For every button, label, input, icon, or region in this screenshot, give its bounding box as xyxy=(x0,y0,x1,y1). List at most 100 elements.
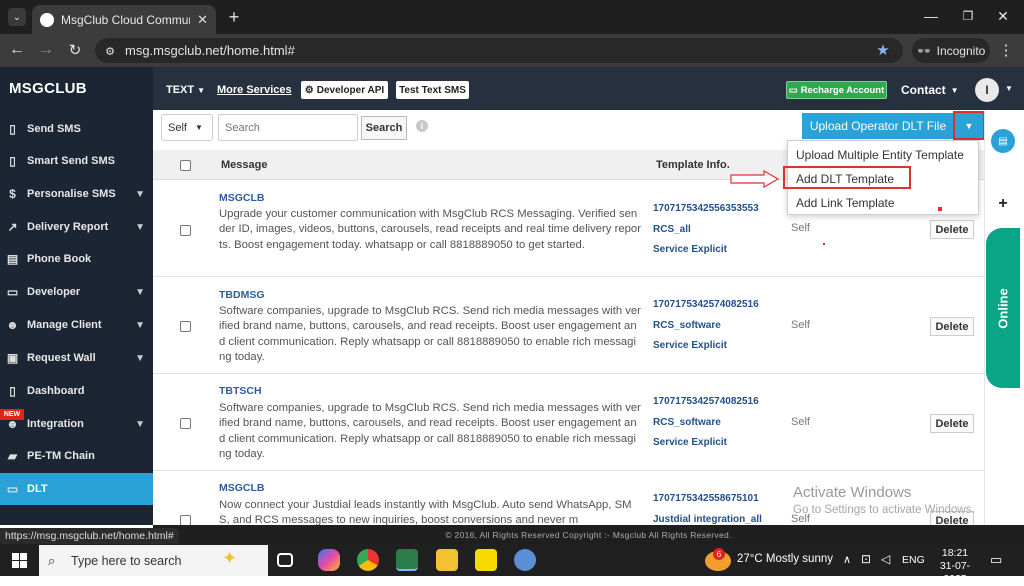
plus-icon[interactable]: + xyxy=(994,195,1012,213)
menu-item-upload-multiple-entity-template[interactable]: Upload Multiple Entity Template xyxy=(796,148,964,162)
image-icon: ▰ xyxy=(7,449,18,463)
red-dot xyxy=(823,243,825,245)
sender-id: TBDMSG xyxy=(219,289,265,301)
online-label: Online xyxy=(995,287,1011,329)
wall-icon: ▣ xyxy=(6,351,19,365)
template-category: Service Explicit xyxy=(653,437,727,449)
search-input[interactable] xyxy=(218,114,358,141)
recharge-account-button[interactable]: ▭ Recharge Account xyxy=(786,81,887,99)
document-icon[interactable]: ▤ xyxy=(991,129,1015,153)
chevron-down-icon: ▼ xyxy=(950,85,959,95)
activate-windows-title: Activate Windows xyxy=(793,484,912,501)
filter-value: Self xyxy=(168,121,187,134)
language-indicator[interactable]: ENG xyxy=(902,554,925,566)
chevron-down-icon: ▼ xyxy=(194,123,203,132)
weather-text[interactable]: 27°C Mostly sunny xyxy=(737,553,833,565)
browser-menu-icon[interactable]: ⋮ xyxy=(998,41,1014,59)
row-checkbox[interactable] xyxy=(180,515,191,525)
globe-icon xyxy=(40,12,54,27)
text-menu[interactable]: TEXT ▼ xyxy=(166,84,205,96)
volume-icon[interactable]: ◁ xyxy=(881,552,890,566)
bookmark-star-icon[interactable]: ★ xyxy=(874,41,892,59)
sidebar-item-dlt[interactable]: ▭ DLT xyxy=(0,473,153,505)
sidebar-item-label: Manage Client xyxy=(27,319,102,331)
minimize-icon[interactable]: — xyxy=(923,8,939,24)
tab-search-chevron-icon[interactable]: ⌄ xyxy=(8,8,26,26)
search-button[interactable]: Search xyxy=(361,116,407,140)
network-icon[interactable]: ⊡ xyxy=(861,552,871,566)
contact-menu[interactable]: Contact ▼ xyxy=(901,83,959,97)
sidebar-item-personalise-sms[interactable]: $ Personalise SMS ▼ xyxy=(0,178,153,210)
browser-tab[interactable]: MsgClub Cloud Communicatio ✕ xyxy=(32,5,216,34)
template-name: RCS_software xyxy=(653,319,721,331)
red-dot xyxy=(938,207,942,211)
chrome-icon[interactable] xyxy=(357,549,379,571)
online-chat-tab[interactable]: Online xyxy=(986,228,1020,388)
developer-api-button[interactable]: ⚙ Developer API xyxy=(301,81,388,99)
notification-icon[interactable]: ▭ xyxy=(990,552,1002,568)
row-checkbox[interactable] xyxy=(180,418,191,429)
row-checkbox[interactable] xyxy=(180,321,191,332)
sidebar-item-manage-client[interactable]: ☻ Manage Client ▼ xyxy=(0,309,153,341)
owner-filter-select[interactable]: Self ▼ xyxy=(161,114,213,141)
windows-start-icon[interactable] xyxy=(12,553,27,568)
restore-icon[interactable]: ❐ xyxy=(960,8,976,24)
recharge-label: Recharge Account xyxy=(800,84,885,96)
template-name: Justdial integration_all xyxy=(653,513,762,525)
sidebar-item-request-wall[interactable]: ▣ Request Wall ▼ xyxy=(0,342,153,374)
text-menu-label: TEXT xyxy=(166,84,195,96)
more-services-link[interactable]: More Services xyxy=(217,84,292,96)
back-icon[interactable]: ← xyxy=(8,41,26,59)
copilot-icon[interactable] xyxy=(318,549,340,571)
upload-operator-dlt-file-button[interactable]: Upload Operator DLT File xyxy=(802,113,954,139)
template-category: Service Explicit xyxy=(653,340,727,352)
sidebar-item-dashboard[interactable]: ▯ Dashboard xyxy=(0,375,153,407)
delete-button[interactable]: Delete xyxy=(930,317,974,336)
template-category: Service Explicit xyxy=(653,244,727,256)
incognito-indicator[interactable]: 👓 Incognito xyxy=(912,38,990,63)
sidebar-item-label: Personalise SMS xyxy=(27,188,116,200)
delete-button[interactable]: Delete xyxy=(930,220,974,239)
avatar-chevron-icon[interactable]: ▼ xyxy=(1005,84,1013,93)
url-input[interactable]: msg.msgclub.net/home.html# xyxy=(95,38,903,63)
chevron-down-icon: ▼ xyxy=(135,221,145,233)
clock-date: 31-07-2025 xyxy=(939,560,971,585)
message-text: Now connect your Justdial leads instantl… xyxy=(219,499,632,525)
sidebar-item-phone-book[interactable]: ▤ Phone Book xyxy=(0,243,153,275)
sidebar-item-developer[interactable]: ▭ Developer ▼ xyxy=(0,276,153,308)
forward-icon[interactable]: → xyxy=(37,41,55,59)
app-icon[interactable] xyxy=(514,549,536,571)
select-all-checkbox[interactable] xyxy=(180,159,191,171)
info-icon[interactable]: i xyxy=(416,120,428,132)
select-all-checkbox-cell[interactable] xyxy=(180,150,191,180)
clock[interactable]: 18:21 31-07-2025 xyxy=(930,547,980,586)
sidebar-item-delivery-report[interactable]: ↗ Delivery Report ▼ xyxy=(0,211,153,243)
sidebar-item-smart-send-sms[interactable]: ▯ Smart Send SMS xyxy=(0,145,153,177)
sidebar-item-label: DLT xyxy=(27,483,48,495)
tray-chevron-up-icon[interactable]: ∧ xyxy=(843,553,851,566)
close-window-icon[interactable]: ✕ xyxy=(995,8,1011,24)
file-explorer-icon[interactable] xyxy=(436,549,458,571)
sidebar-item-label: Send SMS xyxy=(27,123,81,135)
sidebar-item-label: Dashboard xyxy=(27,385,85,397)
tab-close-icon[interactable]: ✕ xyxy=(197,12,208,28)
sticky-notes-icon[interactable] xyxy=(475,549,497,571)
menu-item-add-link-template[interactable]: Add Link Template xyxy=(796,196,895,210)
sidebar-item-send-sms[interactable]: ▯ Send SMS xyxy=(0,113,153,145)
new-tab-icon[interactable]: + xyxy=(224,7,244,27)
active-app-icon[interactable] xyxy=(396,549,418,571)
task-view-icon[interactable] xyxy=(277,553,293,567)
sidebar-item-pe-tm-chain[interactable]: ▰ PE-TM Chain xyxy=(0,440,153,472)
template-id: 1707175342556353553 xyxy=(653,203,759,214)
brand-logo[interactable]: MSGCLUB xyxy=(0,67,153,110)
row-checkbox[interactable] xyxy=(180,225,191,236)
avatar[interactable]: I xyxy=(975,78,999,102)
card-icon: ▭ xyxy=(788,84,798,96)
chevron-down-icon: ▼ xyxy=(135,319,145,331)
contact-label: Contact xyxy=(901,83,946,97)
site-info-icon[interactable]: ⚙ xyxy=(102,43,118,59)
test-text-sms-button[interactable]: Test Text SMS xyxy=(396,81,469,99)
footer-copyright: © 2016, All Rights Reserved Copyright :-… xyxy=(153,525,1024,544)
delete-button[interactable]: Delete xyxy=(930,414,974,433)
reload-icon[interactable]: ↻ xyxy=(66,41,84,59)
